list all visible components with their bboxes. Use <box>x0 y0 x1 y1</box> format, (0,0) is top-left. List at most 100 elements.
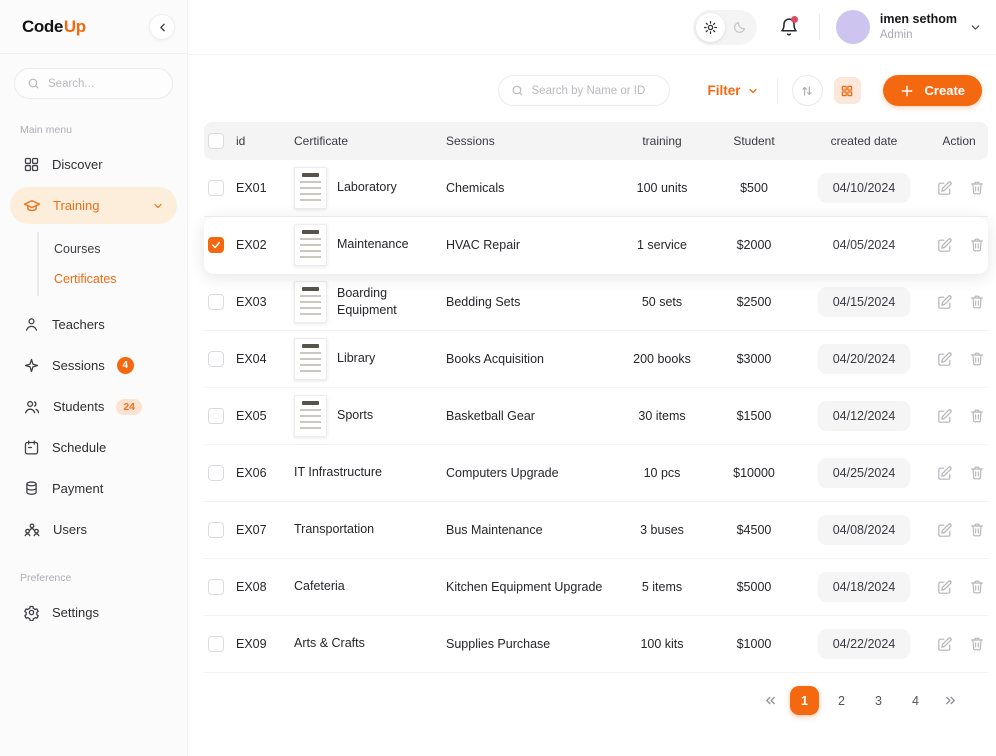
sidebar-item-schedule[interactable]: Schedule <box>10 429 177 466</box>
topbar-divider <box>819 14 820 40</box>
sidebar-item-settings[interactable]: Settings <box>10 594 177 631</box>
sidebar-item-courses[interactable]: Courses <box>39 236 187 262</box>
delete-button[interactable] <box>965 290 989 314</box>
sidebar-item-sessions[interactable]: Sessions 4 <box>10 347 177 384</box>
certificate-name: Boarding Equipment <box>337 285 436 320</box>
table-row[interactable]: EX03 Boarding Equipment Bedding Sets 50 … <box>204 274 988 331</box>
list-view-button[interactable] <box>792 75 823 106</box>
row-checkbox[interactable] <box>208 522 224 538</box>
table-row[interactable]: EX05 Sports Basketball Gear 30 items $15… <box>204 388 988 445</box>
table-row[interactable]: EX01 Laboratory Chemicals 100 units $500… <box>204 160 988 217</box>
table-row[interactable]: EX04 Library Books Acquisition 200 books… <box>204 331 988 388</box>
sidebar-collapse-button[interactable] <box>149 14 175 40</box>
sidebar-item-training[interactable]: Training <box>10 187 177 224</box>
student-value: $10000 <box>710 466 798 480</box>
delete-button[interactable] <box>965 461 989 485</box>
table-row[interactable]: EX02 Maintenance HVAC Repair 1 service $… <box>204 217 988 274</box>
chevron-down-icon <box>747 85 759 97</box>
row-id: EX04 <box>234 352 292 366</box>
edit-button[interactable] <box>932 632 956 656</box>
certificate-thumbnail <box>294 224 327 266</box>
edit-button[interactable] <box>932 176 956 200</box>
pagination-next-button[interactable] <box>938 689 962 713</box>
delete-button[interactable] <box>965 347 989 371</box>
student-value: $5000 <box>710 580 798 594</box>
dark-mode-button[interactable] <box>725 13 754 42</box>
row-id: EX08 <box>234 580 292 594</box>
delete-button[interactable] <box>965 404 989 428</box>
page-button[interactable]: 4 <box>901 686 930 715</box>
sparkle-icon <box>23 357 40 374</box>
section-label-main: Main menu <box>20 124 187 136</box>
table-row[interactable]: EX08 Cafeteria Kitchen Equipment Upgrade… <box>204 559 988 616</box>
create-button[interactable]: Create <box>883 75 982 106</box>
delete-button[interactable] <box>965 233 989 257</box>
edit-button[interactable] <box>932 404 956 428</box>
table-toolbar: Filter Create <box>188 55 996 120</box>
page-button[interactable]: 3 <box>864 686 893 715</box>
sidebar-item-teachers[interactable]: Teachers <box>10 306 177 343</box>
sidebar-divider <box>0 53 187 54</box>
light-mode-button[interactable] <box>696 13 725 42</box>
edit-pencil-icon <box>936 465 953 482</box>
edit-button[interactable] <box>932 575 956 599</box>
header-certificate: Certificate <box>292 134 444 148</box>
created-date: 04/25/2024 <box>818 458 911 488</box>
student-value: $2500 <box>710 295 798 309</box>
edit-pencil-icon <box>936 180 953 197</box>
delete-button[interactable] <box>965 518 989 542</box>
sidebar-search[interactable] <box>14 68 173 99</box>
table-row[interactable]: EX06 IT Infrastructure Computers Upgrade… <box>204 445 988 502</box>
row-checkbox[interactable] <box>208 180 224 196</box>
header-action: Action <box>930 134 988 148</box>
graduation-cap-icon <box>23 197 41 215</box>
certificate-name: Maintenance <box>337 236 409 254</box>
delete-button[interactable] <box>965 632 989 656</box>
table-row[interactable]: EX09 Arts & Crafts Supplies Purchase 100… <box>204 616 988 673</box>
row-checkbox[interactable] <box>208 579 224 595</box>
created-date: 04/08/2024 <box>818 515 911 545</box>
student-value: $1000 <box>710 637 798 651</box>
table-search-input[interactable] <box>532 85 657 97</box>
header-created-date: created date <box>798 134 930 148</box>
filter-button[interactable]: Filter <box>708 83 759 98</box>
sidebar-item-discover[interactable]: Discover <box>10 146 177 183</box>
edit-button[interactable] <box>932 518 956 542</box>
select-all-checkbox[interactable] <box>208 133 224 149</box>
students-badge: 24 <box>116 399 142 415</box>
edit-button[interactable] <box>932 461 956 485</box>
sidebar-search-input[interactable] <box>48 78 160 90</box>
page-button[interactable]: 1 <box>790 686 819 715</box>
row-id: EX06 <box>234 466 292 480</box>
edit-button[interactable] <box>932 290 956 314</box>
table-header: id Certificate Sessions training Student… <box>204 122 988 160</box>
user-menu[interactable]: imen sethom Admin <box>836 10 982 44</box>
sidebar-item-users[interactable]: Users <box>10 511 177 548</box>
pagination-prev-button[interactable] <box>758 689 782 713</box>
session-name: Bus Maintenance <box>444 523 614 537</box>
page-button[interactable]: 2 <box>827 686 856 715</box>
notifications-button[interactable] <box>773 11 805 43</box>
row-checkbox[interactable] <box>208 465 224 481</box>
row-checkbox[interactable] <box>208 294 224 310</box>
row-checkbox[interactable] <box>208 636 224 652</box>
trash-icon <box>969 294 985 310</box>
grid-view-button[interactable] <box>834 77 861 104</box>
certificate-name: Transportation <box>294 521 374 539</box>
delete-button[interactable] <box>965 176 989 200</box>
table-row[interactable]: EX07 Transportation Bus Maintenance 3 bu… <box>204 502 988 559</box>
table-search[interactable] <box>498 75 670 106</box>
row-checkbox[interactable] <box>208 351 224 367</box>
row-checkbox[interactable] <box>208 237 224 253</box>
training-value: 3 buses <box>614 523 710 537</box>
sidebar-item-students[interactable]: Students 24 <box>10 388 177 425</box>
edit-button[interactable] <box>932 233 956 257</box>
theme-toggle[interactable] <box>693 10 757 45</box>
sidebar-item-label: Payment <box>52 481 103 496</box>
delete-button[interactable] <box>965 575 989 599</box>
edit-button[interactable] <box>932 347 956 371</box>
sidebar-item-certificates[interactable]: Certificates <box>39 266 187 292</box>
row-checkbox[interactable] <box>208 408 224 424</box>
sidebar-item-payment[interactable]: Payment <box>10 470 177 507</box>
created-date: 04/10/2024 <box>818 173 911 203</box>
